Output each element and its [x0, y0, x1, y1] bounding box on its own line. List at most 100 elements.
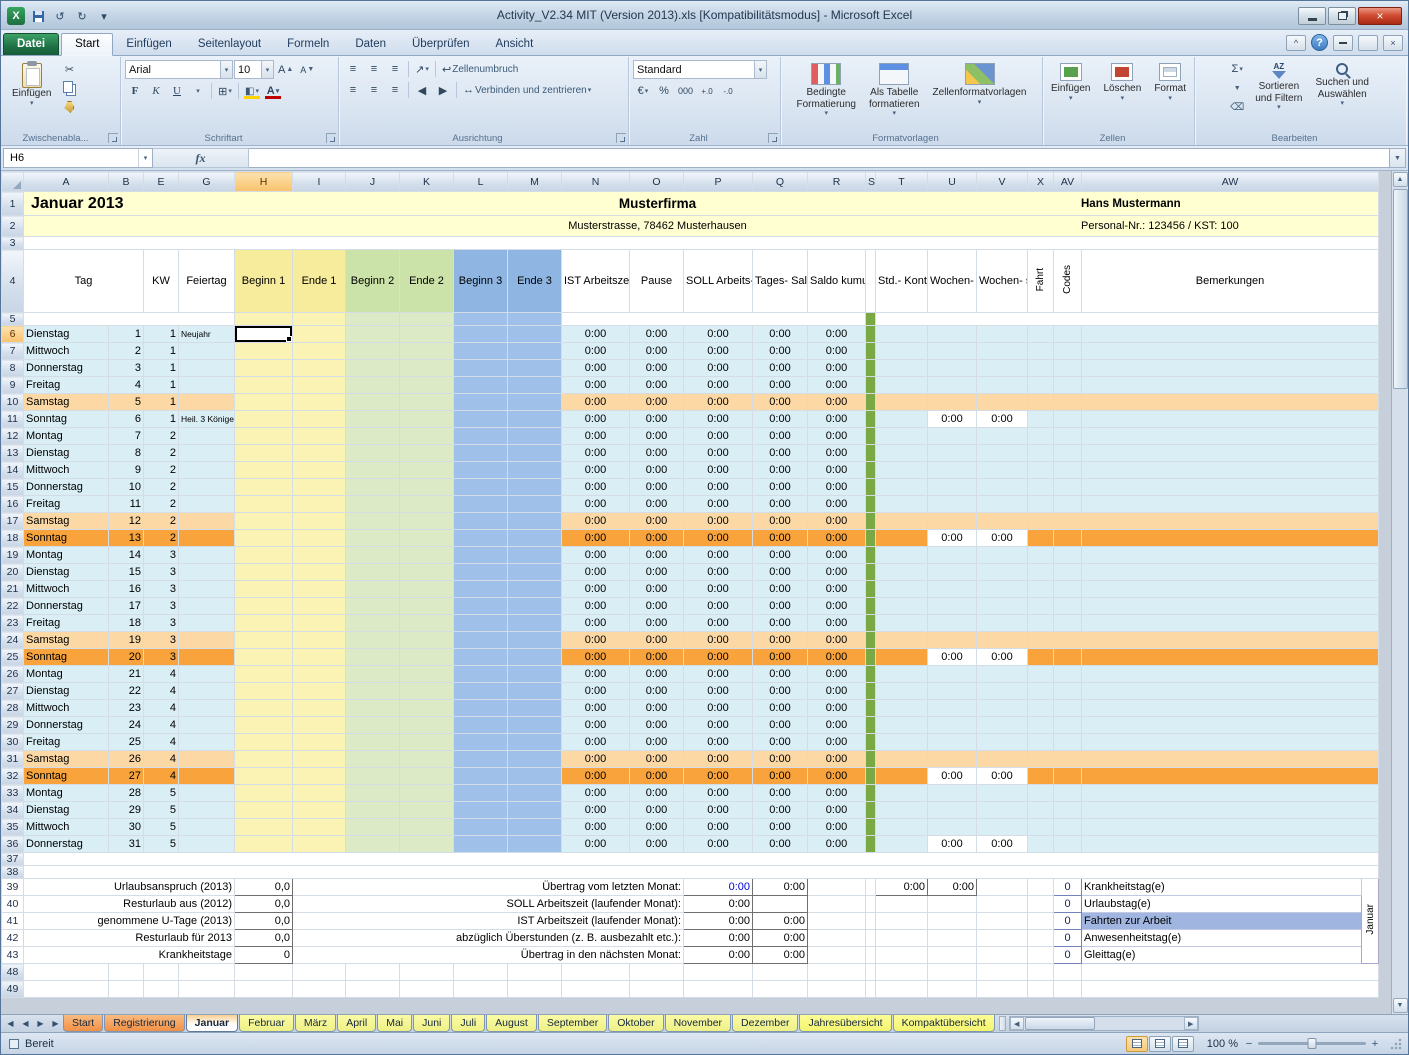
- week-number[interactable]: 3: [143, 614, 179, 632]
- cell-beginn1[interactable]: [234, 665, 293, 683]
- cell-s[interactable]: [865, 359, 876, 377]
- cell-beginn1[interactable]: [234, 563, 293, 581]
- cell-fahrt[interactable]: [1027, 359, 1054, 377]
- day-name[interactable]: Dienstag: [23, 325, 109, 343]
- cell-ende1[interactable]: [292, 546, 346, 564]
- cell-saldo-kumuliert[interactable]: 0:00: [807, 784, 866, 802]
- cell-wochen-stunden[interactable]: [976, 580, 1028, 598]
- cell-beginn1[interactable]: [234, 733, 293, 751]
- cell-pause[interactable]: 0:00: [629, 631, 684, 649]
- cell-soll-arbeitszeit[interactable]: 0:00: [683, 648, 753, 666]
- holiday-name[interactable]: [178, 767, 235, 785]
- cell-tages-saldo[interactable]: 0:00: [752, 818, 808, 836]
- cell-wochen-stunden[interactable]: [976, 733, 1028, 751]
- holiday-name[interactable]: [178, 597, 235, 615]
- cell-fahrt[interactable]: [1027, 801, 1054, 819]
- cell-beginn2[interactable]: [345, 512, 400, 530]
- cell-s[interactable]: [865, 665, 876, 683]
- cell-ende3[interactable]: [507, 597, 562, 615]
- summary-left-value[interactable]: 0,0: [234, 895, 293, 913]
- cell-saldo-kumuliert[interactable]: 0:00: [807, 393, 866, 411]
- summary-left-value[interactable]: 0: [234, 946, 293, 964]
- cell-bemerkungen[interactable]: [1081, 546, 1379, 564]
- cell-s[interactable]: [865, 801, 876, 819]
- cell-ende1[interactable]: [292, 478, 346, 496]
- cell-ende2[interactable]: [399, 529, 454, 547]
- cell[interactable]: [143, 963, 179, 981]
- row-header-49[interactable]: 49: [1, 980, 24, 998]
- cell-beginn2[interactable]: [345, 597, 400, 615]
- cell-beginn3[interactable]: [453, 801, 508, 819]
- week-number[interactable]: 2: [143, 495, 179, 513]
- cell-beginn3[interactable]: [453, 461, 508, 479]
- cell-tages-saldo[interactable]: 0:00: [752, 699, 808, 717]
- cell-ist-arbeitszeit[interactable]: 0:00: [561, 716, 630, 734]
- cell[interactable]: [807, 912, 866, 930]
- day-name[interactable]: Mittwoch: [23, 818, 109, 836]
- cell-beginn2[interactable]: [345, 665, 400, 683]
- cell-beginn3[interactable]: [453, 444, 508, 462]
- row-header-36[interactable]: 36: [1, 835, 24, 853]
- cell[interactable]: [976, 963, 1028, 981]
- cell-ende1[interactable]: [292, 614, 346, 632]
- cell-pause[interactable]: 0:00: [629, 750, 684, 768]
- row-header-13[interactable]: 13: [1, 444, 24, 462]
- row-header-21[interactable]: 21: [1, 580, 24, 598]
- column-header-AV[interactable]: AV: [1053, 171, 1082, 192]
- header-fahrt[interactable]: Fahrt: [1027, 249, 1054, 313]
- cell-ende2[interactable]: [399, 682, 454, 700]
- cell-codes[interactable]: [1053, 784, 1082, 802]
- cell-beginn2[interactable]: [345, 376, 400, 394]
- day-name[interactable]: Samstag: [23, 393, 109, 411]
- cell-wochen-stunden[interactable]: [976, 563, 1028, 581]
- cell[interactable]: [807, 963, 866, 981]
- cell-beginn2[interactable]: [345, 767, 400, 785]
- cell-soll-arbeitszeit[interactable]: 0:00: [683, 461, 753, 479]
- cell-tages-saldo[interactable]: 0:00: [752, 342, 808, 360]
- cell-soll-arbeitszeit[interactable]: 0:00: [683, 665, 753, 683]
- help-icon[interactable]: ?: [1311, 34, 1328, 51]
- cell[interactable]: [927, 963, 977, 981]
- day-number[interactable]: 5: [108, 393, 144, 411]
- cell-beginn2[interactable]: [345, 495, 400, 513]
- cell-soll-arbeitszeit[interactable]: 0:00: [683, 393, 753, 411]
- cell-beginn3[interactable]: [453, 325, 508, 343]
- summary-value-1[interactable]: 0:00: [683, 946, 753, 964]
- increase-decimal-button[interactable]: +.0: [697, 82, 717, 100]
- week-number[interactable]: 3: [143, 563, 179, 581]
- cell-soll-arbeitszeit[interactable]: 0:00: [683, 835, 753, 853]
- cell-pause[interactable]: 0:00: [629, 733, 684, 751]
- last-sheet-button[interactable]: ▶: [48, 1015, 63, 1032]
- day-number[interactable]: 8: [108, 444, 144, 462]
- cell-ende1[interactable]: [292, 393, 346, 411]
- summary-hours-1[interactable]: 0:00: [875, 878, 928, 896]
- cell[interactable]: [23, 852, 1379, 866]
- row-header-19[interactable]: 19: [1, 546, 24, 564]
- header-ende2[interactable]: Ende 2: [399, 249, 454, 313]
- insert-cells-button[interactable]: Einfügen ▾: [1046, 60, 1095, 130]
- header-wochen-saldo[interactable]: Wochen- saldo: [927, 249, 977, 313]
- cell-s[interactable]: [865, 376, 876, 394]
- cell-wochen-stunden[interactable]: [976, 512, 1028, 530]
- cell[interactable]: [292, 312, 346, 326]
- cell-s[interactable]: [865, 835, 876, 853]
- delete-cells-button[interactable]: Löschen ▾: [1099, 60, 1147, 130]
- cell-beginn1[interactable]: [234, 393, 293, 411]
- week-number[interactable]: 2: [143, 512, 179, 530]
- cell-tages-saldo[interactable]: 0:00: [752, 427, 808, 445]
- row-header-41[interactable]: 41: [1, 912, 24, 930]
- cell[interactable]: [23, 236, 1379, 250]
- cell-ende2[interactable]: [399, 648, 454, 666]
- cell-ist-arbeitszeit[interactable]: 0:00: [561, 444, 630, 462]
- scroll-down-button[interactable]: ▼: [1392, 998, 1408, 1013]
- font-dialog-launcher[interactable]: [326, 133, 336, 143]
- cell-beginn1[interactable]: [234, 716, 293, 734]
- cell-beginn1[interactable]: [234, 784, 293, 802]
- row-header-34[interactable]: 34: [1, 801, 24, 819]
- cell-beginn3[interactable]: [453, 818, 508, 836]
- cell-std-konto[interactable]: [875, 818, 928, 836]
- cell-wochen-stunden[interactable]: [976, 359, 1028, 377]
- cell-ende2[interactable]: [399, 767, 454, 785]
- cell-beginn3[interactable]: [453, 614, 508, 632]
- cell-codes[interactable]: [1053, 631, 1082, 649]
